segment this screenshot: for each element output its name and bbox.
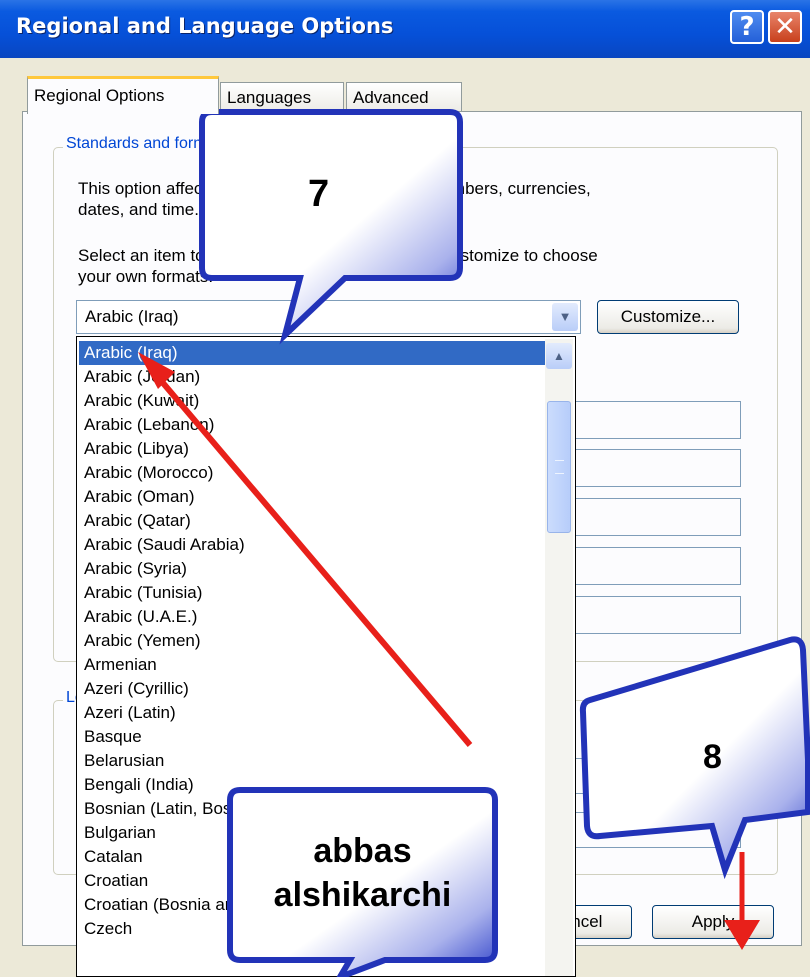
location-detail-field: [575, 812, 741, 848]
format-select-value: Arabic (Iraq): [85, 307, 179, 326]
standards-group-label: Standards and formats: [63, 135, 231, 153]
list-item[interactable]: Arabic (Kuwait): [79, 389, 545, 413]
customize-button[interactable]: Customize...: [597, 300, 739, 334]
location-group-label: Location: [63, 689, 77, 707]
list-item[interactable]: Arabic (Morocco): [79, 461, 545, 485]
list-item[interactable]: Armenian: [79, 653, 545, 677]
list-item[interactable]: Arabic (Jordan): [79, 365, 545, 389]
dialog-window: Regional and Language Options ? ✕ Region…: [0, 0, 810, 977]
title-bar[interactable]: Regional and Language Options ? ✕: [0, 0, 810, 58]
list-item[interactable]: Arabic (Yemen): [79, 629, 545, 653]
callout-7-label: 7: [308, 173, 330, 215]
dropdown-scrollbar[interactable]: ▲: [545, 339, 573, 976]
close-button[interactable]: ✕: [768, 10, 802, 44]
help-button[interactable]: ?: [730, 10, 764, 44]
list-item[interactable]: Arabic (Saudi Arabia): [79, 533, 545, 557]
list-item[interactable]: Bengali (India): [79, 773, 545, 797]
instruction-line-1: Select an item to match its preferences,…: [78, 246, 598, 265]
tab-languages[interactable]: Languages: [220, 82, 344, 112]
instruction-line-2: your own formats:: [78, 267, 214, 286]
list-item[interactable]: Arabic (Lebanon): [79, 413, 545, 437]
callout-8-label: 8: [703, 738, 722, 776]
scrollbar-thumb[interactable]: [547, 401, 571, 533]
list-item[interactable]: Czech: [79, 917, 545, 941]
list-item[interactable]: Bosnian (Latin, Bosnia and Herzegovina): [79, 797, 545, 821]
tab-advanced[interactable]: Advanced: [346, 82, 462, 112]
description-line-1: This option affects how some programs fo…: [78, 179, 591, 198]
list-item[interactable]: Azeri (Latin): [79, 701, 545, 725]
list-item[interactable]: Arabic (Tunisia): [79, 581, 545, 605]
chevron-down-icon[interactable]: ▼: [552, 303, 578, 331]
scroll-up-icon[interactable]: ▲: [546, 343, 572, 369]
window-title: Regional and Language Options: [16, 14, 394, 38]
sample-currency-field: [575, 449, 741, 487]
list-item[interactable]: Arabic (Syria): [79, 557, 545, 581]
list-item[interactable]: Azeri (Cyrillic): [79, 677, 545, 701]
list-item[interactable]: Basque: [79, 725, 545, 749]
grip-icon: [555, 460, 564, 474]
list-item[interactable]: Arabic (U.A.E.): [79, 605, 545, 629]
sample-short-date-field: [575, 547, 741, 585]
list-item[interactable]: Arabic (Qatar): [79, 509, 545, 533]
list-item[interactable]: Arabic (Iraq): [79, 341, 545, 365]
list-item[interactable]: Arabic (Oman): [79, 485, 545, 509]
author-line-2: alshikarchi: [273, 876, 452, 914]
sample-number-field: [575, 401, 741, 439]
description-line-2: dates, and time.: [78, 200, 199, 219]
format-select[interactable]: Arabic (Iraq) ▼: [76, 300, 581, 334]
tab-regional-options[interactable]: Regional Options: [27, 76, 219, 114]
list-item[interactable]: Belarusian: [79, 749, 545, 773]
sample-long-date-field: [575, 596, 741, 634]
author-line-1: abbas: [313, 832, 412, 870]
sample-time-field: [575, 498, 741, 536]
list-item[interactable]: Arabic (Libya): [79, 437, 545, 461]
apply-button[interactable]: Apply: [652, 905, 774, 939]
